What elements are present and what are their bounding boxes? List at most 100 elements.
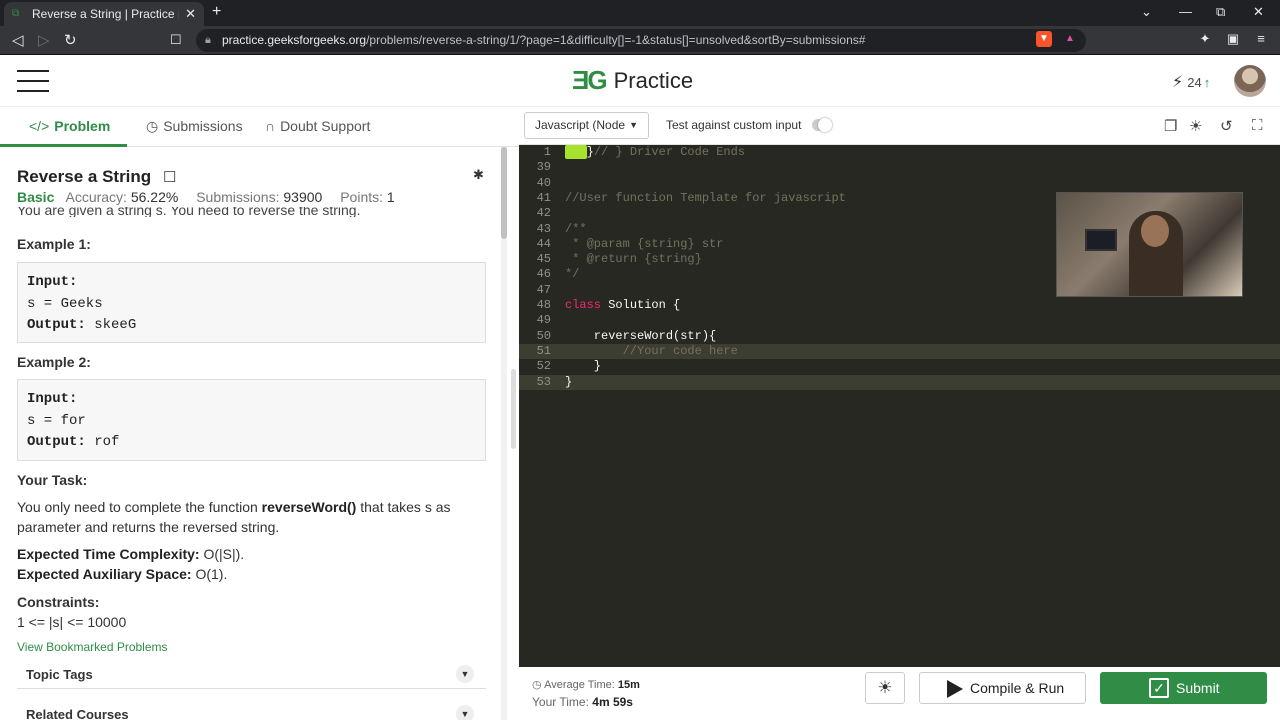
report-bug-icon[interactable]: ✱: [473, 167, 484, 183]
code-line[interactable]: 39: [519, 160, 1280, 175]
example1-box: Input: s = Geeks Output: skeeG: [17, 262, 486, 343]
play-icon: [947, 680, 963, 698]
hint-bulb-button[interactable]: ☀︎: [865, 672, 905, 704]
example2-heading: Example 2:: [17, 354, 91, 370]
reload-icon[interactable]: ↻: [64, 31, 77, 49]
bookmark-page-icon[interactable]: ☐: [170, 32, 182, 48]
lightning-icon: ⚡︎: [1172, 74, 1184, 91]
close-tab-icon[interactable]: ✕: [185, 6, 196, 22]
example2-input: s = for: [27, 412, 86, 429]
accuracy-label: Accuracy:: [65, 189, 127, 205]
back-icon[interactable]: ◁: [12, 31, 24, 49]
topic-tags-accordion[interactable]: Topic Tags ▼: [17, 657, 486, 689]
related-courses-label: Related Courses: [26, 707, 129, 720]
your-time-label: Your Time:: [532, 695, 589, 709]
new-tab-icon[interactable]: +: [212, 3, 221, 21]
code-line[interactable]: 1 ...}// } Driver Code Ends: [519, 145, 1280, 160]
stopwatch-icon: ◷: [532, 679, 542, 691]
browser-tab[interactable]: ⧉ Reverse a String | Practice | Geeks ✕: [4, 2, 204, 26]
window-close-icon[interactable]: ✕: [1253, 4, 1264, 20]
code-token: /**: [565, 221, 587, 236]
user-avatar[interactable]: [1234, 65, 1266, 97]
reset-icon[interactable]: ↺: [1220, 117, 1233, 135]
caret-down-icon: ▼: [629, 120, 638, 130]
copy-icon[interactable]: ❐: [1164, 117, 1177, 135]
streak-counter[interactable]: ⚡︎ 24 ↑: [1172, 72, 1210, 92]
brave-shield-icon[interactable]: ▼: [1036, 31, 1052, 47]
checkbox-icon: ✓: [1149, 678, 1169, 698]
related-courses-accordion[interactable]: Related Courses ▼: [17, 697, 486, 720]
scrollbar-thumb[interactable]: [501, 147, 507, 239]
code-text: //Your code here: [565, 344, 738, 359]
menu-icon[interactable]: ≡: [1253, 31, 1269, 47]
code-token: }: [586, 145, 594, 159]
code-line[interactable]: 40: [519, 176, 1280, 191]
panel-resize-handle[interactable]: [511, 369, 516, 449]
custom-input-toggle[interactable]: [812, 118, 832, 132]
example2-input-label: Input:: [27, 391, 78, 407]
example2-box: Input: s = for Output: rof: [17, 379, 486, 461]
submit-label: Submit: [1176, 680, 1220, 696]
code-text: ...}// } Driver Code Ends: [565, 145, 745, 160]
wallet-icon[interactable]: ▣: [1225, 31, 1241, 47]
line-number: 43: [536, 221, 551, 236]
browser-toolbar: ◁ ▷ ↻ ☐ 🔒︎ practice.geeksforgeeks.org/pro…: [0, 26, 1280, 55]
code-line[interactable]: 52 }: [519, 359, 1280, 374]
gfg-favicon-icon: ⧉: [12, 8, 20, 19]
tab-problem[interactable]: </> Problem: [29, 118, 110, 134]
code-token: Solution {: [608, 298, 681, 312]
fold-marker[interactable]: ...: [565, 145, 587, 159]
code-text: }: [565, 375, 572, 390]
code-token: //User function Template for javascript: [565, 190, 846, 205]
fullscreen-icon[interactable]: ⛶: [1252, 117, 1263, 134]
line-number: 47: [536, 282, 551, 297]
code-token: }: [565, 374, 573, 389]
problem-panel: Reverse a String ☐ ✱ Basic Accuracy: 56.…: [0, 147, 519, 720]
code-line[interactable]: 51 //Your code here: [519, 343, 1280, 360]
code-text: */: [565, 267, 579, 282]
task-description: You only need to complete the function r…: [17, 497, 487, 537]
brave-rewards-icon[interactable]: ▲: [1062, 31, 1078, 47]
tab-doubt-support[interactable]: ∩ Doubt Support: [265, 118, 370, 134]
practice-logo[interactable]: ƎG Practice: [572, 65, 693, 96]
language-select[interactable]: Javascript (Node ▼: [524, 112, 649, 139]
task-function-name: reverseWord(): [261, 499, 357, 515]
webcam-monitor: [1085, 229, 1117, 251]
extensions-icon[interactable]: ✦: [1197, 31, 1213, 47]
tab-list-chevron-icon[interactable]: ⌄: [1141, 4, 1152, 20]
hamburger-menu-icon[interactable]: [17, 70, 49, 92]
theme-sun-icon[interactable]: ☀︎: [1189, 117, 1202, 135]
code-text: //User function Template for javascript: [565, 191, 846, 206]
compile-run-button[interactable]: Compile & Run: [919, 672, 1086, 704]
submit-button[interactable]: ✓ Submit: [1100, 672, 1267, 704]
bookmark-icon[interactable]: ☐: [163, 168, 176, 186]
lock-icon: 🔒︎: [205, 34, 211, 46]
code-line[interactable]: 49: [519, 313, 1280, 328]
arrow-up-icon: ↑: [1203, 74, 1211, 90]
submissions-value: 93900: [283, 189, 323, 205]
view-bookmarked-link[interactable]: View Bookmarked Problems: [17, 640, 168, 654]
code-token: }: [565, 359, 602, 374]
forward-icon[interactable]: ▷: [38, 31, 50, 49]
example1-output: skeeG: [94, 317, 137, 333]
custom-input-label: Test against custom input: [666, 118, 802, 132]
streak-count: 24: [1187, 74, 1202, 90]
code-line[interactable]: 50 reverseWord(str){: [519, 329, 1280, 344]
code-line[interactable]: 53}: [519, 374, 1280, 390]
space-complexity-label: Expected Auxiliary Space:: [17, 566, 192, 582]
browser-tab-title: Reverse a String | Practice | Geeks: [32, 7, 179, 21]
minimize-icon[interactable]: —: [1179, 4, 1192, 19]
problem-scrollbar[interactable]: [501, 147, 507, 720]
code-line[interactable]: 48 class Solution {: [519, 298, 1280, 313]
editor-footer: ◷ Average Time: 15m Your Time: 4m 59s ☀︎…: [519, 667, 1280, 720]
address-bar[interactable]: 🔒︎ practice.geeksforgeeks.org/problems/re…: [196, 29, 1086, 52]
tab-submissions-label: Submissions: [163, 118, 243, 134]
webcam-face: [1141, 215, 1169, 247]
example2-output-label: Output:: [27, 434, 86, 450]
restore-icon[interactable]: ⧉: [1216, 4, 1225, 20]
code-token: * @param {string} str: [565, 236, 724, 251]
accuracy-value: 56.22%: [130, 189, 179, 205]
tab-submissions[interactable]: ◷ Submissions: [146, 118, 243, 135]
browser-tabstrip: ⧉ Reverse a String | Practice | Geeks ✕ …: [0, 0, 1280, 26]
average-time-label: Average Time:: [544, 679, 615, 691]
